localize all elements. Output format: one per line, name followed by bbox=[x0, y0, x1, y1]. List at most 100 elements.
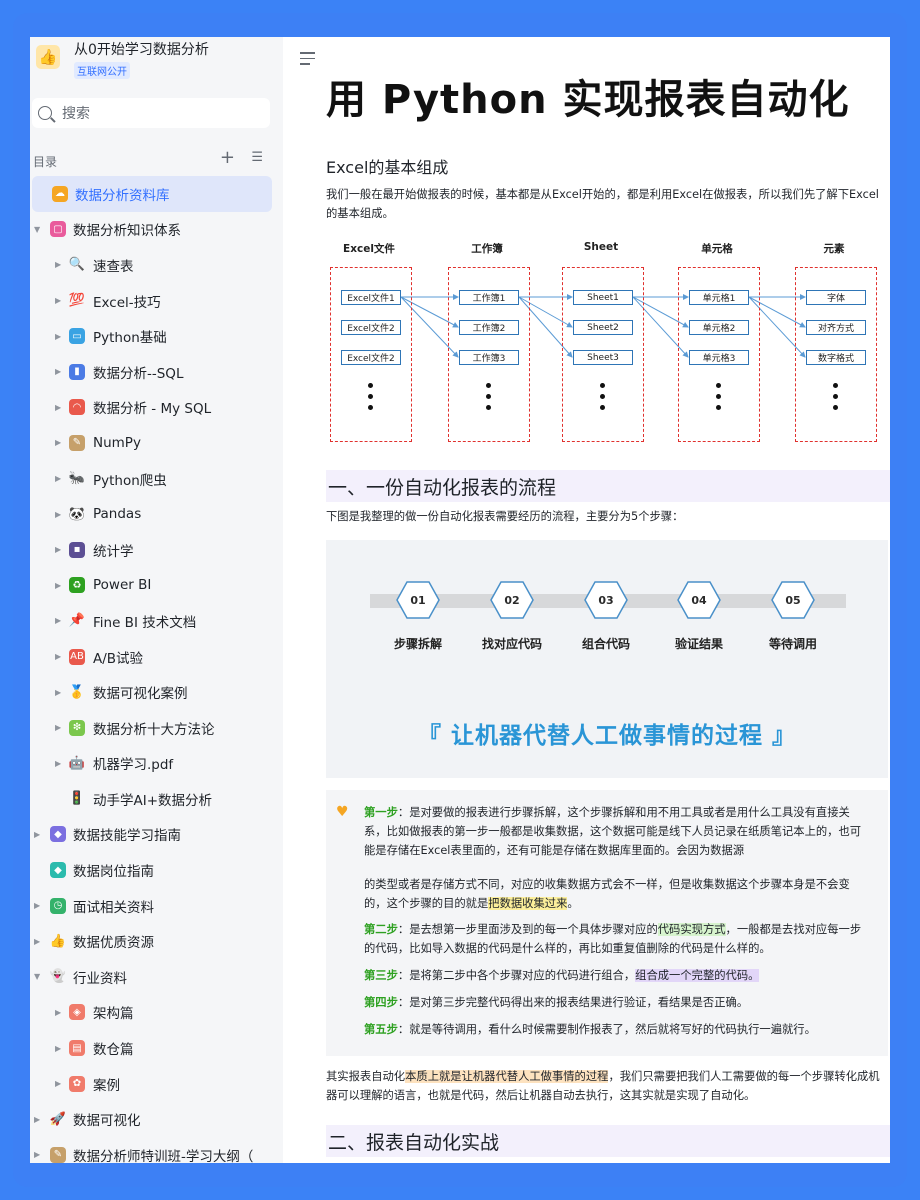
sidebar-item[interactable]: ▶ 📌 Fine BI 技术文档 bbox=[30, 603, 283, 639]
sidebar-item[interactable]: ▶ ✎ 数据分析师特训班-学习大纲（ bbox=[30, 1137, 283, 1163]
page-icon: ▤ bbox=[69, 1040, 85, 1057]
sidebar-item[interactable]: ▼ ▢ 数据分析知识体系 bbox=[30, 212, 283, 248]
collapsed-caret-icon[interactable]: ▶ bbox=[34, 901, 40, 910]
sidebar-item[interactable]: 🚦 动手学AI+数据分析 bbox=[30, 781, 283, 817]
collapsed-caret-icon[interactable]: ▶ bbox=[34, 1150, 40, 1159]
step-4-body: ：是对第三步完整代码得出来的报表结果进行验证，看结果是否正确。 bbox=[397, 996, 749, 1009]
page-icon: ▭ bbox=[69, 328, 85, 345]
sidebar-item[interactable]: ▶ ▤ 数仓篇 bbox=[30, 1030, 283, 1066]
step-2-body: ：是去想第一步里面涉及到的每一个具体步骤对应的 bbox=[397, 923, 658, 936]
step-2-label: 第二步 bbox=[364, 923, 398, 936]
sidebar-item[interactable]: ▶ ✎ NumPy bbox=[30, 425, 283, 461]
collapsed-caret-icon[interactable]: ▶ bbox=[55, 510, 61, 519]
sidebar-item[interactable]: ▶ 🥇 数据可视化案例 bbox=[30, 674, 283, 710]
collapsed-caret-icon[interactable]: ▶ bbox=[55, 332, 61, 341]
page-icon: ◷ bbox=[50, 897, 66, 914]
step-4-label: 第四步 bbox=[364, 996, 398, 1009]
collapsed-caret-icon[interactable]: ▶ bbox=[34, 1115, 40, 1124]
sidebar-item[interactable]: ▶ 🚀 数据可视化 bbox=[30, 1101, 283, 1137]
sidebar-item-label: 数据分析师特训班-学习大纲（ bbox=[73, 1148, 254, 1163]
sidebar-item[interactable]: ▶ 💯 Excel-技巧 bbox=[30, 283, 283, 319]
sidebar-item[interactable]: ▶ ♻ Power BI bbox=[30, 568, 283, 604]
more-dots bbox=[600, 383, 605, 416]
diagram-cell: 数字格式 bbox=[806, 350, 866, 365]
step-hexagon: 05 bbox=[771, 580, 815, 620]
diagram-cell: 单元格3 bbox=[689, 350, 749, 365]
page-icon: ▢ bbox=[50, 221, 66, 238]
sidebar-item[interactable]: ▶ ▪ 统计学 bbox=[30, 532, 283, 568]
sidebar-item[interactable]: ▶ ▮ 数据分析--SQL bbox=[30, 354, 283, 390]
collapsed-caret-icon[interactable]: ▶ bbox=[55, 688, 61, 697]
collapsed-caret-icon[interactable]: ▶ bbox=[55, 545, 61, 554]
collapsed-caret-icon[interactable]: ▶ bbox=[55, 1079, 61, 1088]
sidebar-item[interactable]: ▶ ◷ 面试相关资料 bbox=[30, 888, 283, 924]
step-3-text: 第三步：是将第二步中各个步骤对应的代码进行组合，组合成一个完整的代码。 bbox=[364, 966, 869, 985]
sidebar-item-label: 数据优质资源 bbox=[73, 935, 154, 952]
add-icon[interactable]: + bbox=[220, 147, 235, 168]
collapsed-caret-icon[interactable]: ▶ bbox=[55, 260, 61, 269]
page-icon: 🐼 bbox=[68, 506, 86, 522]
sidebar-item-label: 数仓篇 bbox=[93, 1042, 134, 1059]
collapsed-caret-icon[interactable]: ▶ bbox=[55, 474, 61, 483]
expanded-caret-icon[interactable]: ▼ bbox=[34, 972, 40, 981]
sidebar-item[interactable]: ▶ 👍 数据优质资源 bbox=[30, 923, 283, 959]
sidebar-item[interactable]: ▼ 👻 行业资料 bbox=[30, 959, 283, 995]
collapsed-caret-icon[interactable]: ▶ bbox=[55, 723, 61, 732]
search-icon bbox=[38, 106, 52, 120]
search-input[interactable]: 搜索 bbox=[32, 98, 270, 128]
page-icon: ◆ bbox=[50, 862, 66, 879]
heading-practice: 二、报表自动化实战 bbox=[326, 1125, 890, 1157]
sidebar-item[interactable]: ▶ 🔍 速查表 bbox=[30, 247, 283, 283]
page-title: 用 Python 实现报表自动化 bbox=[326, 77, 850, 123]
diagram-cell: Excel文件2 bbox=[341, 350, 401, 365]
sidebar-item[interactable]: ▶ ▭ Python基础 bbox=[30, 318, 283, 354]
sidebar-item-label: A/B试验 bbox=[93, 650, 144, 667]
collapsed-caret-icon[interactable]: ▶ bbox=[55, 403, 61, 412]
sidebar-item[interactable]: ▶ ◈ 架构篇 bbox=[30, 995, 283, 1031]
step-1-body-b: 的类型或者是存储方式不同，对应的收集数据方式会不一样，但是收集数据这个步骤本身是… bbox=[364, 878, 850, 910]
collapsed-caret-icon[interactable]: ▶ bbox=[55, 367, 61, 376]
thumbs-up-icon[interactable]: 👍 bbox=[36, 45, 60, 69]
sidebar-item[interactable]: ◆ 数据岗位指南 bbox=[30, 852, 283, 888]
sidebar-item-label: 数据分析资料库 bbox=[75, 187, 170, 204]
collapsed-caret-icon[interactable]: ▶ bbox=[34, 830, 40, 839]
collapsed-caret-icon[interactable]: ▶ bbox=[55, 581, 61, 590]
page-icon: 🔍 bbox=[68, 257, 86, 273]
collapsed-caret-icon[interactable]: ▶ bbox=[55, 1044, 61, 1053]
workspace-title[interactable]: 从0开始学习数据分析 bbox=[74, 39, 209, 59]
sidebar-item[interactable]: ▶ ◠ 数据分析 - My SQL bbox=[30, 390, 283, 426]
sidebar-item-label: Fine BI 技术文档 bbox=[93, 614, 197, 631]
sidebar-item[interactable]: ▶ AB A/B试验 bbox=[30, 639, 283, 675]
step-hexagon: 01 bbox=[396, 580, 440, 620]
diagram-column-title: Sheet bbox=[583, 241, 619, 253]
expanded-caret-icon[interactable]: ▼ bbox=[34, 225, 40, 234]
diagram-cell: 对齐方式 bbox=[806, 320, 866, 335]
collapsed-caret-icon[interactable]: ▶ bbox=[55, 616, 61, 625]
sidebar-item[interactable]: ☁ 数据分析资料库 bbox=[32, 176, 272, 212]
more-dots bbox=[716, 383, 721, 416]
collapsed-caret-icon[interactable]: ▶ bbox=[55, 1008, 61, 1017]
collapsed-caret-icon[interactable]: ▶ bbox=[55, 438, 61, 447]
sidebar-item[interactable]: ▶ 🤖 机器学习.pdf bbox=[30, 746, 283, 782]
sidebar-item[interactable]: ▶ ❇ 数据分析十大方法论 bbox=[30, 710, 283, 746]
sidebar-item-label: 速查表 bbox=[93, 258, 134, 275]
step-1-highlight: 把数据收集过来 bbox=[488, 897, 568, 910]
sidebar-item[interactable]: ▶ ✿ 案例 bbox=[30, 1066, 283, 1102]
summary-highlight: 本质上就是让机器代替人工做事情的过程 bbox=[405, 1070, 609, 1083]
collapsed-caret-icon[interactable]: ▶ bbox=[55, 296, 61, 305]
page-icon: ✿ bbox=[69, 1075, 85, 1092]
menu-icon[interactable] bbox=[300, 52, 315, 69]
sidebar-item[interactable]: ▶ 🐜 Python爬虫 bbox=[30, 461, 283, 497]
collapsed-caret-icon[interactable]: ▶ bbox=[34, 937, 40, 946]
sidebar-item-label: 数据分析十大方法论 bbox=[93, 721, 215, 738]
collapsed-caret-icon[interactable]: ▶ bbox=[55, 652, 61, 661]
collapsed-caret-icon[interactable]: ▶ bbox=[55, 759, 61, 768]
toc-label: 目录 bbox=[33, 155, 58, 169]
excel-structure-diagram: Excel文件 Excel文件1 Excel文件2 Excel文件2 工作簿 工作簿1 工作… bbox=[326, 233, 886, 451]
list-options-icon[interactable]: ☰ bbox=[251, 150, 263, 165]
excel-intro: 我们一般在最开始做报表的时候，基本都是从Excel开始的，都是利用Excel在做… bbox=[326, 188, 879, 220]
sidebar-item-label: Python基础 bbox=[93, 330, 167, 347]
step-label: 找对应代码 bbox=[481, 637, 542, 651]
sidebar-item[interactable]: ▶ ◆ 数据技能学习指南 bbox=[30, 817, 283, 853]
sidebar-item[interactable]: ▶ 🐼 Pandas bbox=[30, 496, 283, 532]
